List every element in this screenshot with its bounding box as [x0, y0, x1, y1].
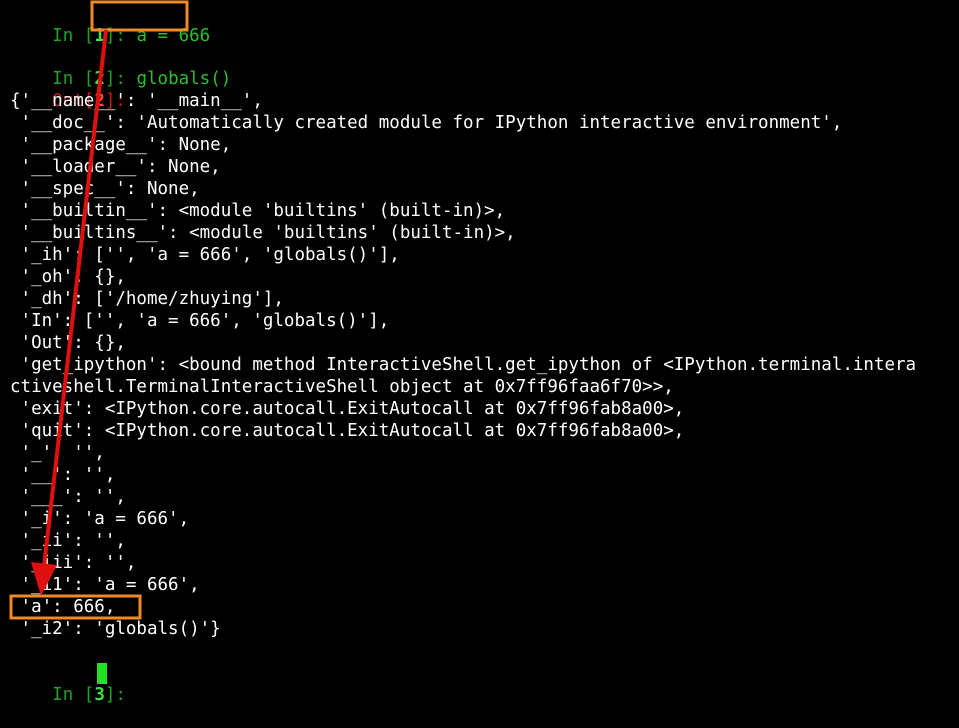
output-line: '__builtins__': <module 'builtins' (buil…: [10, 223, 516, 243]
output-line: '_ii': '',: [10, 531, 126, 551]
output-line: '__builtin__': <module 'builtins' (built…: [10, 201, 506, 221]
input-prompt-3: In [3]:: [52, 685, 136, 705]
output-line: '__doc__': 'Automatically created module…: [10, 113, 843, 133]
output-line: ctiveshell.TerminalInteractiveShell obje…: [10, 377, 674, 397]
output-line: '_oh': {},: [10, 267, 126, 287]
output-line: '_i2': 'globals()'}: [10, 619, 221, 639]
output-line: 'get_ipython': <bound method Interactive…: [10, 355, 917, 375]
output-line: '_i1': 'a = 666',: [10, 575, 200, 595]
output-line: '_iii': '',: [10, 553, 137, 573]
prompt-suffix: ]:: [104, 685, 137, 705]
output-line: '_': '',: [10, 443, 105, 463]
terminal-window[interactable]: In [1]: a = 666 In [2]: globals() Out[2]…: [0, 0, 959, 705]
prompt-prefix: In [: [52, 685, 95, 705]
output-line: 'In': ['', 'a = 666', 'globals()'],: [10, 311, 390, 331]
output-line: {'__name__': '__main__',: [10, 91, 263, 111]
output-line-a: 'a': 666,: [10, 597, 116, 617]
prompt-number: 3: [94, 685, 105, 705]
prompt-number: 1: [94, 26, 105, 46]
input-line-3: In [3]:: [10, 662, 136, 705]
output-line: 'exit': <IPython.core.autocall.ExitAutoc…: [10, 399, 685, 419]
output-prompt-line-2: Out[2]:: [10, 68, 126, 111]
prompt-suffix: ]:: [104, 26, 137, 46]
output-line: '__loader__': None,: [10, 157, 221, 177]
input-line-1: In [1]: a = 666: [10, 3, 210, 46]
output-line: 'quit': <IPython.core.autocall.ExitAutoc…: [10, 421, 685, 441]
prompt-prefix: In [: [52, 26, 95, 46]
output-line: '__': '',: [10, 465, 116, 485]
output-line: '_dh': ['/home/zhuying'],: [10, 289, 284, 309]
input-prompt-1: In [1]:: [52, 26, 136, 46]
output-line: '__package__': None,: [10, 135, 232, 155]
text-cursor[interactable]: [97, 663, 107, 684]
output-line: '__spec__': None,: [10, 179, 200, 199]
output-line: 'Out': {},: [10, 333, 126, 353]
output-line: '_i': 'a = 666',: [10, 509, 190, 529]
input-code-2: globals(): [136, 69, 232, 89]
output-line: '___': '',: [10, 487, 126, 507]
input-line-2: In [2]: globals(): [10, 46, 231, 89]
input-code-1: a = 666: [136, 26, 211, 46]
output-line: '_ih': ['', 'a = 666', 'globals()'],: [10, 245, 400, 265]
